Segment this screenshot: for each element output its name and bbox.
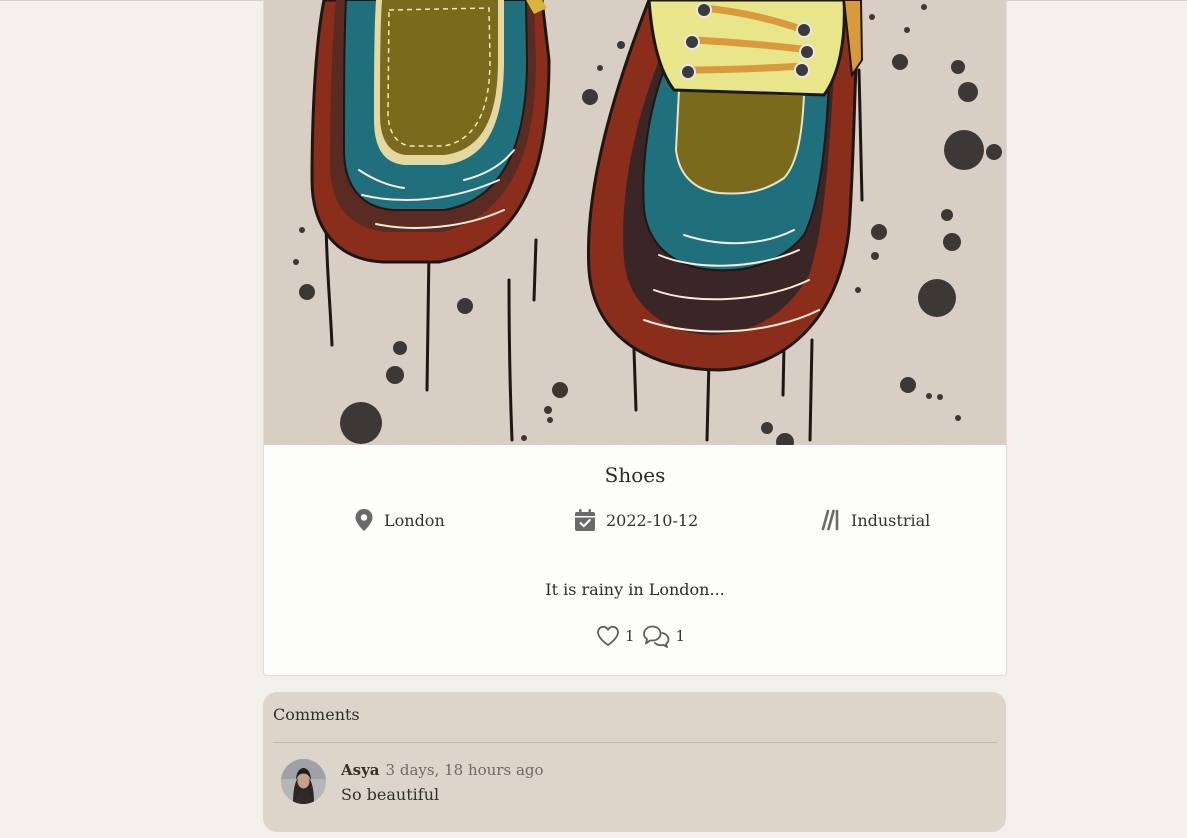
comments-count: 1 <box>675 627 686 645</box>
post-image[interactable] <box>264 0 1006 445</box>
heart-icon <box>597 625 619 646</box>
avatar[interactable] <box>281 759 326 804</box>
comment-text: So beautiful <box>341 785 440 804</box>
comments-heading: Comments <box>273 705 360 724</box>
comment-meta: Asya 3 days, 18 hours ago <box>341 761 544 779</box>
location-label[interactable]: London <box>384 511 445 530</box>
comments-button[interactable]: 1 <box>641 624 686 648</box>
location-meta: London <box>354 506 445 534</box>
style-meta: Industrial <box>821 506 930 534</box>
style-label[interactable]: Industrial <box>851 511 930 530</box>
comments-section: Comments Asya 3 days, 18 hours ago So bea… <box>263 692 1006 832</box>
map-pin-icon <box>355 509 373 531</box>
comment-time: 3 days, 18 hours ago <box>385 761 544 779</box>
date-label: 2022-10-12 <box>606 510 699 530</box>
slashes-icon <box>821 509 839 531</box>
comments-divider <box>273 742 997 743</box>
date-meta: 2022-10-12 <box>574 506 698 534</box>
comment-item: Asya 3 days, 18 hours ago So beautiful <box>281 759 981 809</box>
comment-author[interactable]: Asya <box>341 761 380 779</box>
chat-bubbles-icon <box>642 625 669 648</box>
post-card: Shoes London 2022-10-12 Industrial It is… <box>263 0 1007 676</box>
post-stats: 1 1 <box>596 622 685 650</box>
post-description: It is rainy in London... <box>545 580 725 599</box>
post-title: Shoes <box>604 463 666 487</box>
like-button[interactable]: 1 <box>596 625 635 647</box>
likes-count: 1 <box>625 627 635 645</box>
calendar-check-icon <box>575 509 595 531</box>
